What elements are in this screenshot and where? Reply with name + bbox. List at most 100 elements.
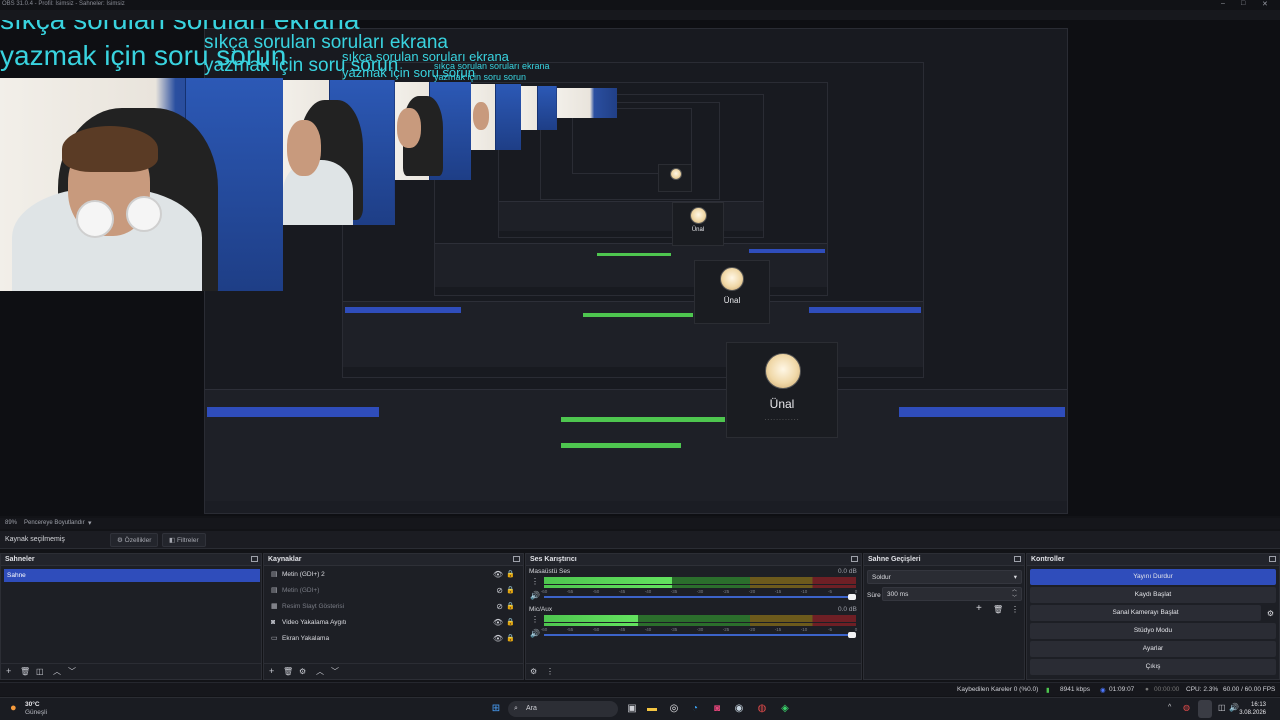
volume-icon[interactable]: 🔊 bbox=[1229, 703, 1239, 712]
more-icon[interactable]: ⋮ bbox=[1011, 605, 1019, 614]
clock[interactable]: 16:13 3.08.2026 bbox=[1239, 701, 1266, 717]
volume-slider-handle[interactable] bbox=[848, 594, 856, 600]
source-item[interactable]: ▭ Ekran Yakalama 👁 🔒 bbox=[268, 632, 519, 646]
more-icon[interactable]: ⋮ bbox=[531, 615, 539, 624]
lock-icon[interactable]: 🔒 bbox=[506, 632, 515, 646]
windows-start-icon[interactable]: ⊞ bbox=[489, 702, 503, 716]
gear-icon[interactable]: ⚙ bbox=[530, 667, 537, 676]
instagram-icon[interactable]: ◙ bbox=[710, 702, 724, 716]
file-explorer-icon[interactable]: ▬ bbox=[645, 702, 659, 716]
eye-icon[interactable]: 👁 bbox=[493, 632, 503, 646]
speaker-icon[interactable]: 🔊 bbox=[530, 629, 540, 638]
trash-icon[interactable]: 🗑 bbox=[20, 667, 30, 676]
filters-button[interactable]: ◧ Filtreler bbox=[162, 533, 206, 547]
filter-icon: ◧ bbox=[169, 537, 177, 544]
channel-db: 0.0 dB bbox=[838, 568, 857, 575]
mic-icon[interactable] bbox=[1198, 700, 1212, 718]
volume-meter-peak bbox=[544, 585, 856, 588]
overlay-text-mini-2: yazmak için soru sorun bbox=[434, 72, 527, 82]
volume-meter-peak-fill bbox=[544, 585, 672, 588]
whatsapp-icon[interactable]: ◈ bbox=[778, 702, 792, 716]
weather-icon[interactable]: ● bbox=[10, 702, 17, 714]
volume-slider[interactable] bbox=[544, 632, 856, 638]
move-up-icon[interactable]: ︿ bbox=[316, 667, 324, 676]
steam-icon[interactable]: ◉ bbox=[732, 702, 746, 716]
start-virtual-camera-button[interactable]: Sanal Kamerayı Başlat bbox=[1030, 605, 1261, 621]
app-icon[interactable]: ◍ bbox=[755, 702, 769, 716]
undock-icon[interactable] bbox=[1014, 556, 1021, 562]
source-item[interactable]: ▦ Resim Slayt Gösterisi ⊘ 🔒 bbox=[268, 600, 519, 614]
chevron-down-icon[interactable]: ▾ bbox=[88, 519, 92, 527]
spinner-icon[interactable]: ︿ ﹀ bbox=[1012, 586, 1017, 602]
webcam-capture bbox=[0, 78, 283, 291]
trash-icon[interactable]: 🗑 bbox=[283, 667, 293, 676]
webcam-capture-3 bbox=[395, 82, 471, 180]
transition-select[interactable]: Soldur ▾ bbox=[867, 570, 1022, 584]
move-up-icon[interactable]: ︿ bbox=[53, 667, 61, 676]
eye-icon[interactable]: 👁 bbox=[493, 616, 503, 630]
meter-tick-label: -45 bbox=[618, 627, 626, 632]
edge-icon[interactable]: ◔ bbox=[688, 702, 702, 716]
eye-icon[interactable]: 👁 bbox=[493, 568, 503, 582]
clock-time: 16:13 bbox=[1250, 702, 1266, 708]
eye-hidden-icon[interactable]: ⊘ bbox=[496, 600, 503, 614]
more-icon[interactable]: ⋮ bbox=[546, 667, 554, 676]
search-placeholder: Ara bbox=[526, 705, 537, 712]
preview-canvas[interactable]: sıkça sorulan soruları ekrana yazmak içi… bbox=[0, 20, 1280, 516]
volume-meter-peak-fill bbox=[544, 623, 638, 626]
search-input[interactable]: ⌕ Ara bbox=[508, 701, 618, 717]
eye-hidden-icon[interactable]: ⊘ bbox=[496, 584, 503, 598]
webcam-capture-4 bbox=[471, 84, 521, 150]
avatar-2 bbox=[720, 267, 744, 291]
volume-slider-handle[interactable] bbox=[848, 632, 856, 638]
overlay-text-mini-1: sıkça sorulan soruları ekrana bbox=[434, 61, 550, 71]
gear-icon[interactable]: ⚙ bbox=[1267, 609, 1274, 618]
chevron-up-icon[interactable]: ^ bbox=[1168, 704, 1171, 711]
undock-icon[interactable] bbox=[1269, 556, 1276, 562]
stop-streaming-button[interactable]: Yayını Durdur bbox=[1030, 569, 1276, 585]
close-icon[interactable]: ✕ bbox=[1262, 0, 1268, 8]
undock-icon[interactable] bbox=[851, 556, 858, 562]
lock-icon[interactable]: 🔒 bbox=[506, 584, 515, 598]
speaker-icon[interactable]: 🔊 bbox=[530, 591, 540, 600]
fit-to-window-dropdown[interactable]: Pencereye Boyutlandır bbox=[24, 520, 85, 526]
exit-button[interactable]: Çıkış bbox=[1030, 659, 1276, 675]
source-item[interactable]: ◙ Video Yakalama Aygıtı 👁 🔒 bbox=[268, 616, 519, 630]
record-icon: ● bbox=[1145, 686, 1149, 693]
trash-icon[interactable]: 🗑 bbox=[993, 605, 1003, 614]
network-icon[interactable]: ◫ bbox=[1218, 703, 1226, 712]
undock-icon[interactable] bbox=[251, 556, 258, 562]
lock-icon[interactable]: 🔒 bbox=[506, 568, 515, 582]
start-recording-button[interactable]: Kaydı Başlat bbox=[1030, 587, 1276, 603]
minimize-icon[interactable]: – bbox=[1221, 0, 1225, 7]
chevron-down-icon: ▾ bbox=[1013, 574, 1017, 581]
lock-icon[interactable]: 🔒 bbox=[506, 616, 515, 630]
settings-button[interactable]: Ayarlar bbox=[1030, 641, 1276, 657]
lock-icon[interactable]: 🔒 bbox=[506, 600, 515, 614]
properties-button[interactable]: ⚙ Özellikler bbox=[110, 533, 159, 547]
move-down-icon[interactable]: ﹀ bbox=[68, 667, 76, 676]
more-icon[interactable]: ⋮ bbox=[531, 577, 539, 586]
scenes-title: Sahneler bbox=[5, 556, 35, 563]
source-label: Metin (GDI+) 2 bbox=[282, 571, 325, 578]
obs-icon[interactable]: ◎ bbox=[667, 702, 681, 716]
move-down-icon[interactable]: ﹀ bbox=[331, 667, 339, 676]
duration-input[interactable]: 300 ms ︿ ﹀ bbox=[882, 587, 1022, 601]
add-icon[interactable]: + bbox=[6, 667, 11, 676]
undock-icon[interactable] bbox=[513, 556, 520, 562]
gear-icon[interactable]: ⚙ bbox=[299, 667, 306, 676]
volume-slider[interactable] bbox=[544, 594, 856, 600]
scene-item-sahne[interactable]: Sahne bbox=[4, 569, 260, 582]
maximize-icon[interactable]: □ bbox=[1241, 0, 1245, 7]
studio-mode-button[interactable]: Stüdyo Modu bbox=[1030, 623, 1276, 639]
task-view-icon[interactable]: ▣ bbox=[625, 702, 639, 716]
source-item[interactable]: ▤ Metin (GDI+) 2 👁 🔒 bbox=[268, 568, 519, 582]
menu-bar bbox=[0, 10, 1280, 20]
add-icon[interactable]: + bbox=[976, 603, 982, 614]
filter-icon[interactable]: ◫ bbox=[36, 667, 44, 676]
tray-app-icon[interactable]: ◍ bbox=[1183, 703, 1190, 712]
source-toolbar: Kaynak seçilmemiş ⚙ Özellikler ◧ Filtrel… bbox=[0, 531, 1280, 549]
add-icon[interactable]: + bbox=[269, 667, 274, 676]
meter-tick-label: -40 bbox=[644, 627, 652, 632]
source-item[interactable]: ▤ Metin (GDI+) ⊘ 🔒 bbox=[268, 584, 519, 598]
